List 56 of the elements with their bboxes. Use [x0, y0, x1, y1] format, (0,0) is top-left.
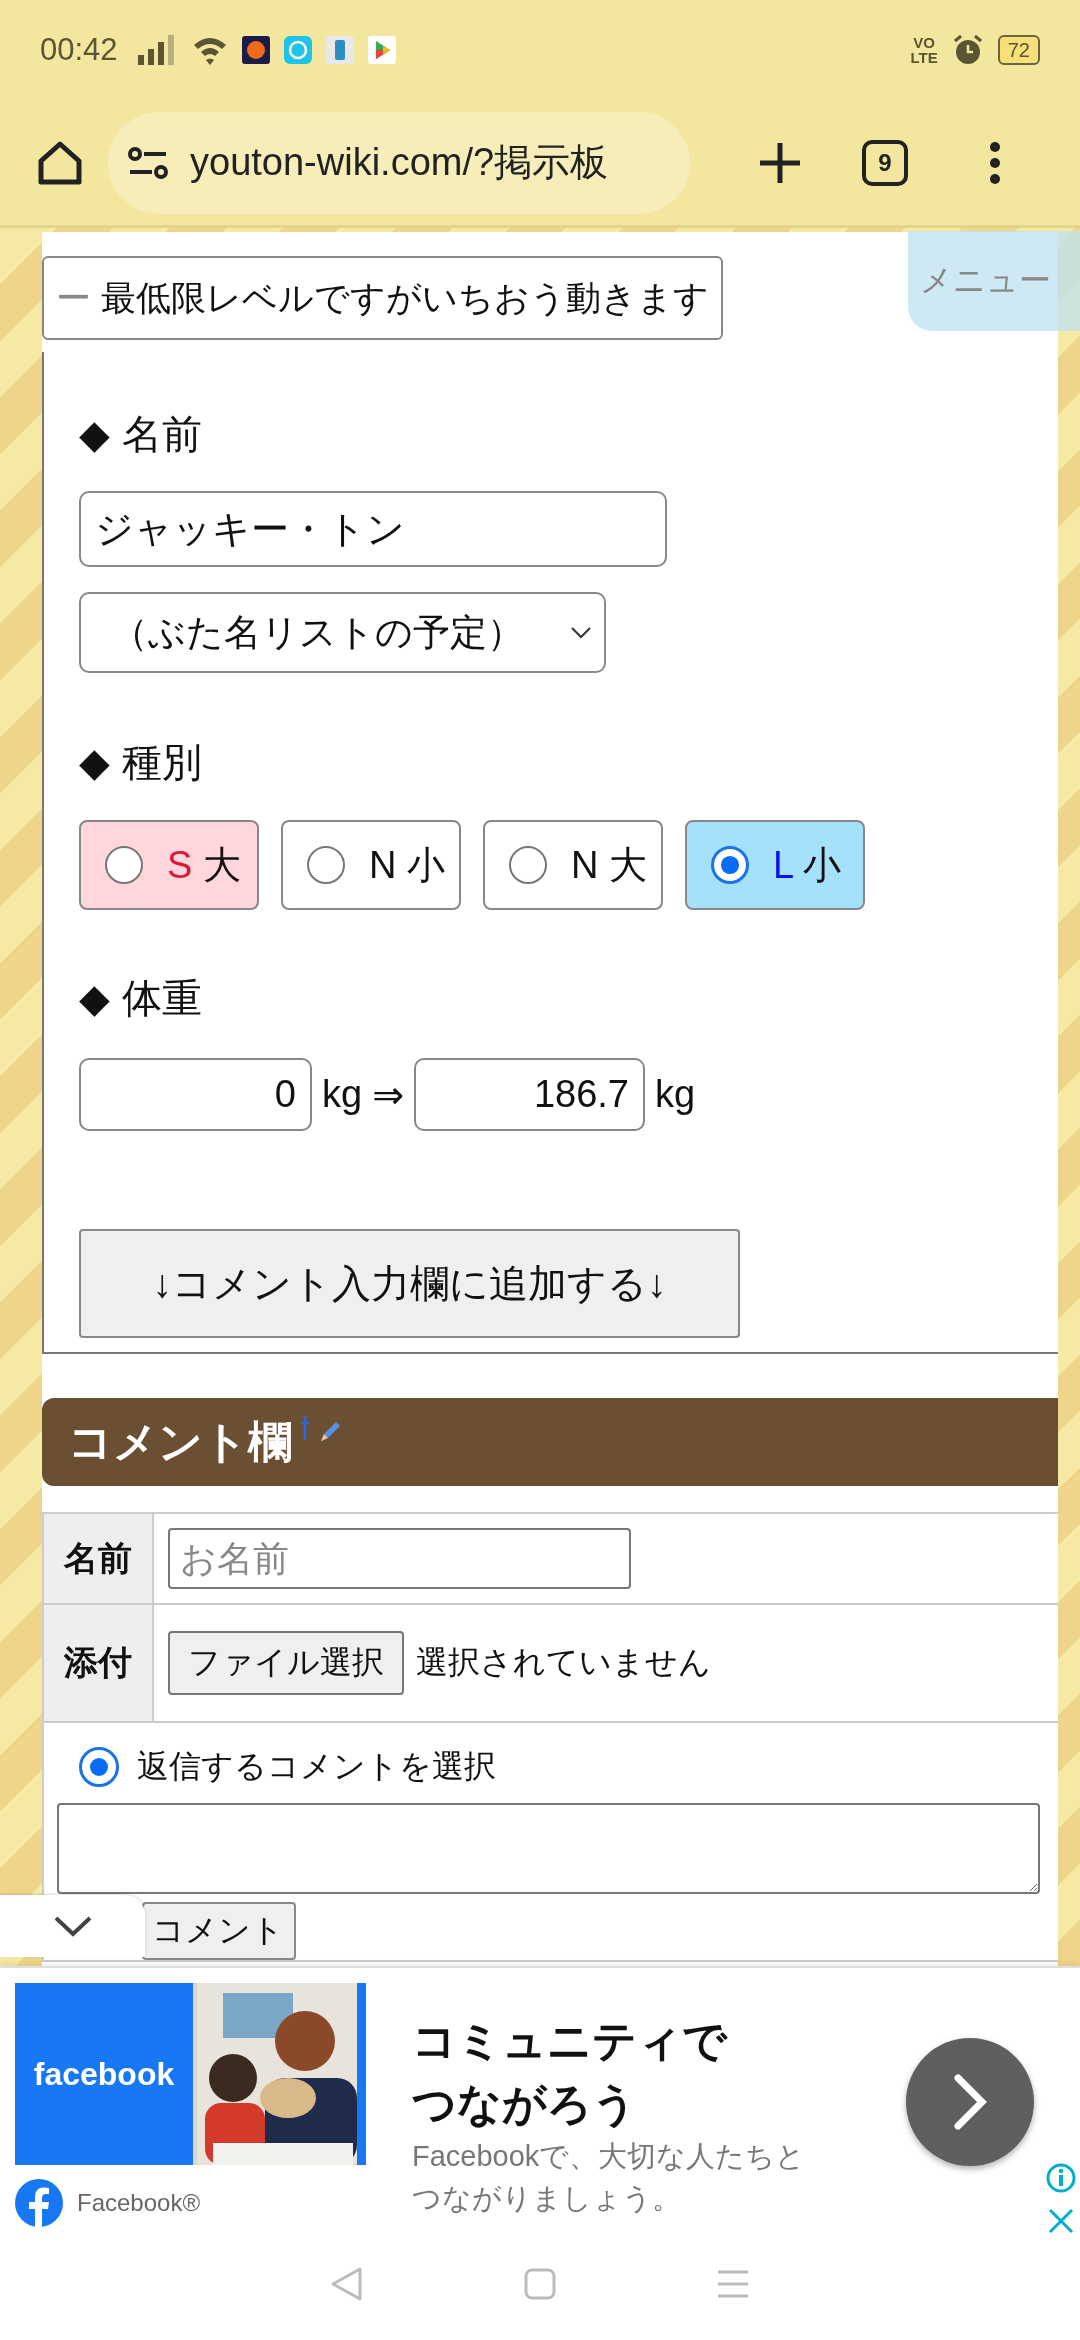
app-icon: [241, 36, 270, 64]
attach-label: 添付: [44, 1605, 154, 1723]
section-heading: ◆ 名前: [79, 411, 202, 458]
url-text: youton-wiki.com/?掲示板: [190, 140, 609, 185]
more-icon[interactable]: [988, 140, 1002, 185]
section-heading: ◆ 種別: [79, 739, 202, 786]
clock-app-icon: [283, 36, 312, 64]
collapse-ad-button[interactable]: [0, 1895, 145, 1957]
file-select-button[interactable]: ファイル選択: [168, 1631, 404, 1695]
name-select[interactable]: （ぶた名リストの予定）: [79, 592, 606, 673]
name-label: 名前: [44, 1514, 154, 1605]
comment-submit-button[interactable]: コメント: [142, 1902, 296, 1960]
close-icon[interactable]: [1048, 2208, 1074, 2234]
type-option[interactable]: N 大: [483, 820, 663, 910]
comment-heading: コメント欄: [68, 1415, 292, 1468]
ad-body: つながりましょう。: [412, 2181, 682, 2216]
home-icon[interactable]: [36, 138, 84, 187]
plus-icon[interactable]: [758, 140, 802, 185]
comment-name-input[interactable]: お名前: [168, 1528, 631, 1589]
reply-label: 返信するコメントを選択: [137, 1747, 496, 1786]
status-time: 00:42: [40, 32, 118, 68]
file-status-text: 選択されていません: [416, 1643, 711, 1682]
dagger-icon: [300, 1416, 310, 1440]
reply-radio[interactable]: [79, 1747, 119, 1787]
collapse-toggle-button[interactable]: ー 最低限レベルですがいちおう動きます: [42, 256, 723, 340]
comment-textarea[interactable]: [57, 1803, 1040, 1894]
weight-to-field[interactable]: 186.7: [414, 1058, 645, 1131]
add-to-comment-button[interactable]: ↓コメント入力欄に追加する↓: [79, 1229, 740, 1338]
caret-icon: [570, 625, 592, 640]
tab-count-button[interactable]: 9: [862, 139, 908, 186]
chevron-down-icon: [52, 1915, 93, 1937]
battery-indicator: 72: [997, 35, 1040, 65]
chevron-right-icon: [952, 2074, 988, 2130]
ad-open-button[interactable]: [906, 2038, 1034, 2166]
arrow-label: ⇒: [372, 1072, 404, 1117]
alarm-icon: [951, 34, 984, 66]
play-store-icon: [367, 36, 396, 64]
section-heading: ◆ 体重: [79, 975, 202, 1022]
type-option[interactable]: N 小: [281, 820, 461, 910]
type-option[interactable]: L 小: [685, 820, 865, 910]
address-bar[interactable]: youton-wiki.com/?掲示板: [108, 111, 690, 214]
advertiser-name: Facebook®: [77, 2189, 201, 2217]
tune-icon[interactable]: [128, 146, 168, 179]
type-option[interactable]: S 大: [79, 820, 259, 910]
volte-indicator: VO LTE: [910, 35, 938, 65]
weight-from-field[interactable]: 0: [79, 1058, 312, 1131]
ad-title[interactable]: つながろう: [412, 2072, 806, 2135]
ad-title[interactable]: コミュニティで: [412, 2009, 806, 2072]
brand-tile[interactable]: facebook: [15, 1983, 193, 2165]
info-icon[interactable]: [1046, 2163, 1076, 2193]
phone-app-icon: [325, 36, 354, 64]
ad-body: Facebookで、大切な人たちと: [412, 2139, 806, 2174]
name-field[interactable]: ジャッキー・トン: [79, 491, 667, 567]
pencil-icon: [318, 1420, 342, 1444]
unit-label: kg: [322, 1073, 363, 1116]
unit-label: kg: [655, 1073, 696, 1116]
